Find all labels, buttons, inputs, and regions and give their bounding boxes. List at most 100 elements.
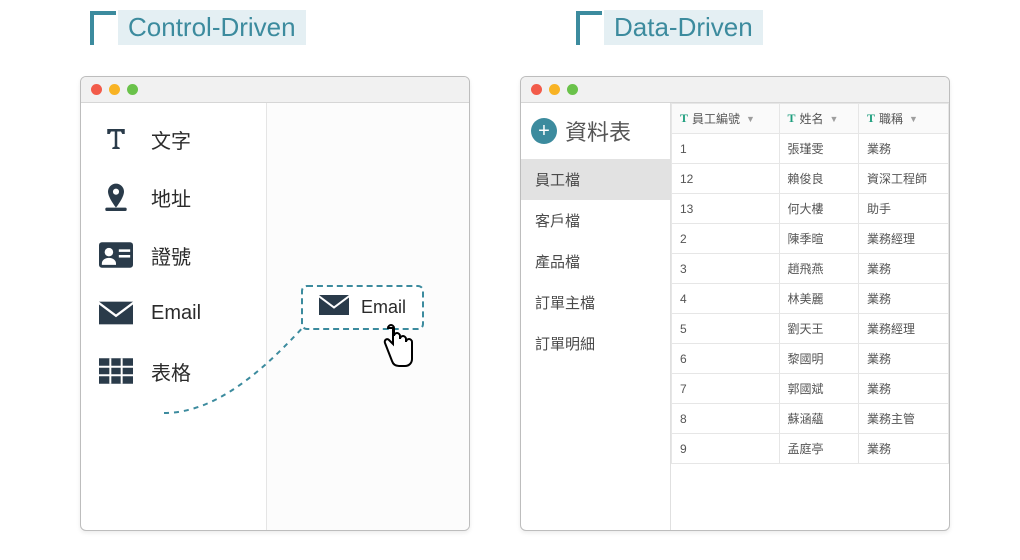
- tool-table[interactable]: 表格: [97, 355, 250, 387]
- table-cell: 12: [672, 164, 780, 194]
- table-cell: 黎國明: [779, 344, 858, 374]
- table-cell: 業務: [858, 344, 948, 374]
- window-minimize-icon[interactable]: [109, 84, 120, 95]
- column-name: 員工編號: [692, 110, 740, 127]
- table-cell: 郭國斌: [779, 374, 858, 404]
- data-grid[interactable]: T員工編號▼T姓名▼T職稱▼ 1張瑾雯業務12賴俊良資深工程師13何大樓助手2陳…: [671, 103, 949, 530]
- table-cell: 資深工程師: [858, 164, 948, 194]
- table-cell: 8: [672, 404, 780, 434]
- cursor-hand-icon: [375, 322, 417, 375]
- table-cell: 7: [672, 374, 780, 404]
- table-cell: 業務經理: [858, 314, 948, 344]
- window-minimize-icon[interactable]: [549, 84, 560, 95]
- tool-label: Email: [151, 302, 201, 325]
- datasource-item[interactable]: 訂單明細: [521, 323, 670, 364]
- text-type-icon: T: [788, 111, 796, 126]
- column-header[interactable]: T 職稱 ▼: [858, 104, 948, 134]
- table-cell: 林美麗: [779, 284, 858, 314]
- datasource-sidebar: + 資料表 員工檔客戶檔產品檔訂單主檔訂單明細: [521, 103, 671, 530]
- table-cell: 業務: [858, 134, 948, 164]
- table-row[interactable]: 6黎國明業務: [672, 344, 949, 374]
- table-cell: 業務主管: [858, 404, 948, 434]
- section-label-text: Control-Driven: [118, 10, 306, 45]
- tool-label: 地址: [151, 183, 191, 212]
- window-maximize-icon[interactable]: [567, 84, 578, 95]
- tool-palette: 文字 地址 證號 Email 表格: [81, 103, 266, 530]
- table-cell: 6: [672, 344, 780, 374]
- table-cell: 業務: [858, 284, 948, 314]
- table-row[interactable]: 8蘇涵蘊業務主管: [672, 404, 949, 434]
- tool-label: 表格: [151, 357, 191, 386]
- table-cell: 蘇涵蘊: [779, 404, 858, 434]
- add-datasource-button[interactable]: +: [531, 118, 557, 144]
- table-row[interactable]: 3趙飛燕業務: [672, 254, 949, 284]
- tool-label: 文字: [151, 125, 191, 154]
- table-cell: 3: [672, 254, 780, 284]
- window-close-icon[interactable]: [531, 84, 542, 95]
- table-row[interactable]: 7郭國斌業務: [672, 374, 949, 404]
- tool-email[interactable]: Email: [97, 297, 250, 329]
- data-driven-window: + 資料表 員工檔客戶檔產品檔訂單主檔訂單明細 T 員工編號 ▼ T 姓名 ▼ T 職稱 ▼ 1…: [520, 76, 950, 531]
- tool-text[interactable]: 文字: [97, 123, 250, 155]
- section-label-right: Data-Driven: [576, 10, 763, 45]
- column-name: 職稱: [879, 110, 903, 127]
- table-cell: 9: [672, 434, 780, 464]
- chip-label: Email: [361, 297, 406, 318]
- table-cell: 趙飛燕: [779, 254, 858, 284]
- table-cell: 助手: [858, 194, 948, 224]
- table-icon: [97, 355, 135, 387]
- table-cell: 張瑾雯: [779, 134, 858, 164]
- datasource-header: + 資料表: [521, 103, 670, 159]
- sort-icon: ▼: [909, 114, 918, 124]
- table-cell: 何大樓: [779, 194, 858, 224]
- tool-idno[interactable]: 證號: [97, 239, 250, 271]
- table-cell: 業務經理: [858, 224, 948, 254]
- section-label-left: Control-Driven: [90, 10, 306, 45]
- sort-icon: ▼: [830, 114, 839, 124]
- table-cell: 業務: [858, 434, 948, 464]
- table-row[interactable]: 2陳季暄業務經理: [672, 224, 949, 254]
- table-row[interactable]: 1張瑾雯業務: [672, 134, 949, 164]
- table-row[interactable]: 13何大樓助手: [672, 194, 949, 224]
- window-titlebar: [81, 77, 469, 103]
- text-type-icon: T: [680, 111, 688, 126]
- text-type-icon: T: [867, 111, 875, 126]
- table-cell: 劉天王: [779, 314, 858, 344]
- map-pin-icon: [97, 181, 135, 213]
- table-row[interactable]: 12賴俊良資深工程師: [672, 164, 949, 194]
- bracket-icon: [90, 11, 116, 45]
- section-label-text: Data-Driven: [604, 10, 763, 45]
- table-row[interactable]: 9孟庭亭業務: [672, 434, 949, 464]
- table-cell: 5: [672, 314, 780, 344]
- column-header[interactable]: T 員工編號 ▼: [672, 104, 780, 134]
- employee-table: T員工編號▼T姓名▼T職稱▼ 1張瑾雯業務12賴俊良資深工程師13何大樓助手2陳…: [671, 103, 949, 464]
- envelope-icon: [97, 297, 135, 329]
- window-close-icon[interactable]: [91, 84, 102, 95]
- sort-icon: ▼: [746, 114, 755, 124]
- datasource-item[interactable]: 訂單主檔: [521, 282, 670, 323]
- datasource-item[interactable]: 產品檔: [521, 241, 670, 282]
- table-row[interactable]: 4林美麗業務: [672, 284, 949, 314]
- column-name: 姓名: [800, 110, 824, 127]
- window-maximize-icon[interactable]: [127, 84, 138, 95]
- design-canvas[interactable]: Email: [266, 103, 469, 530]
- control-driven-window: 文字 地址 證號 Email 表格 Email: [80, 76, 470, 531]
- text-icon: [97, 123, 135, 155]
- datasource-item[interactable]: 員工檔: [521, 159, 670, 200]
- table-cell: 孟庭亭: [779, 434, 858, 464]
- table-cell: 業務: [858, 254, 948, 284]
- table-row[interactable]: 5劉天王業務經理: [672, 314, 949, 344]
- tool-address[interactable]: 地址: [97, 181, 250, 213]
- datasource-item[interactable]: 客戶檔: [521, 200, 670, 241]
- table-cell: 13: [672, 194, 780, 224]
- bracket-icon: [576, 11, 602, 45]
- table-cell: 2: [672, 224, 780, 254]
- table-cell: 賴俊良: [779, 164, 858, 194]
- envelope-icon: [319, 295, 349, 320]
- window-titlebar: [521, 77, 949, 103]
- datasource-title: 資料表: [565, 115, 631, 147]
- table-cell: 業務: [858, 374, 948, 404]
- column-header[interactable]: T 姓名 ▼: [779, 104, 858, 134]
- id-card-icon: [97, 239, 135, 271]
- table-cell: 1: [672, 134, 780, 164]
